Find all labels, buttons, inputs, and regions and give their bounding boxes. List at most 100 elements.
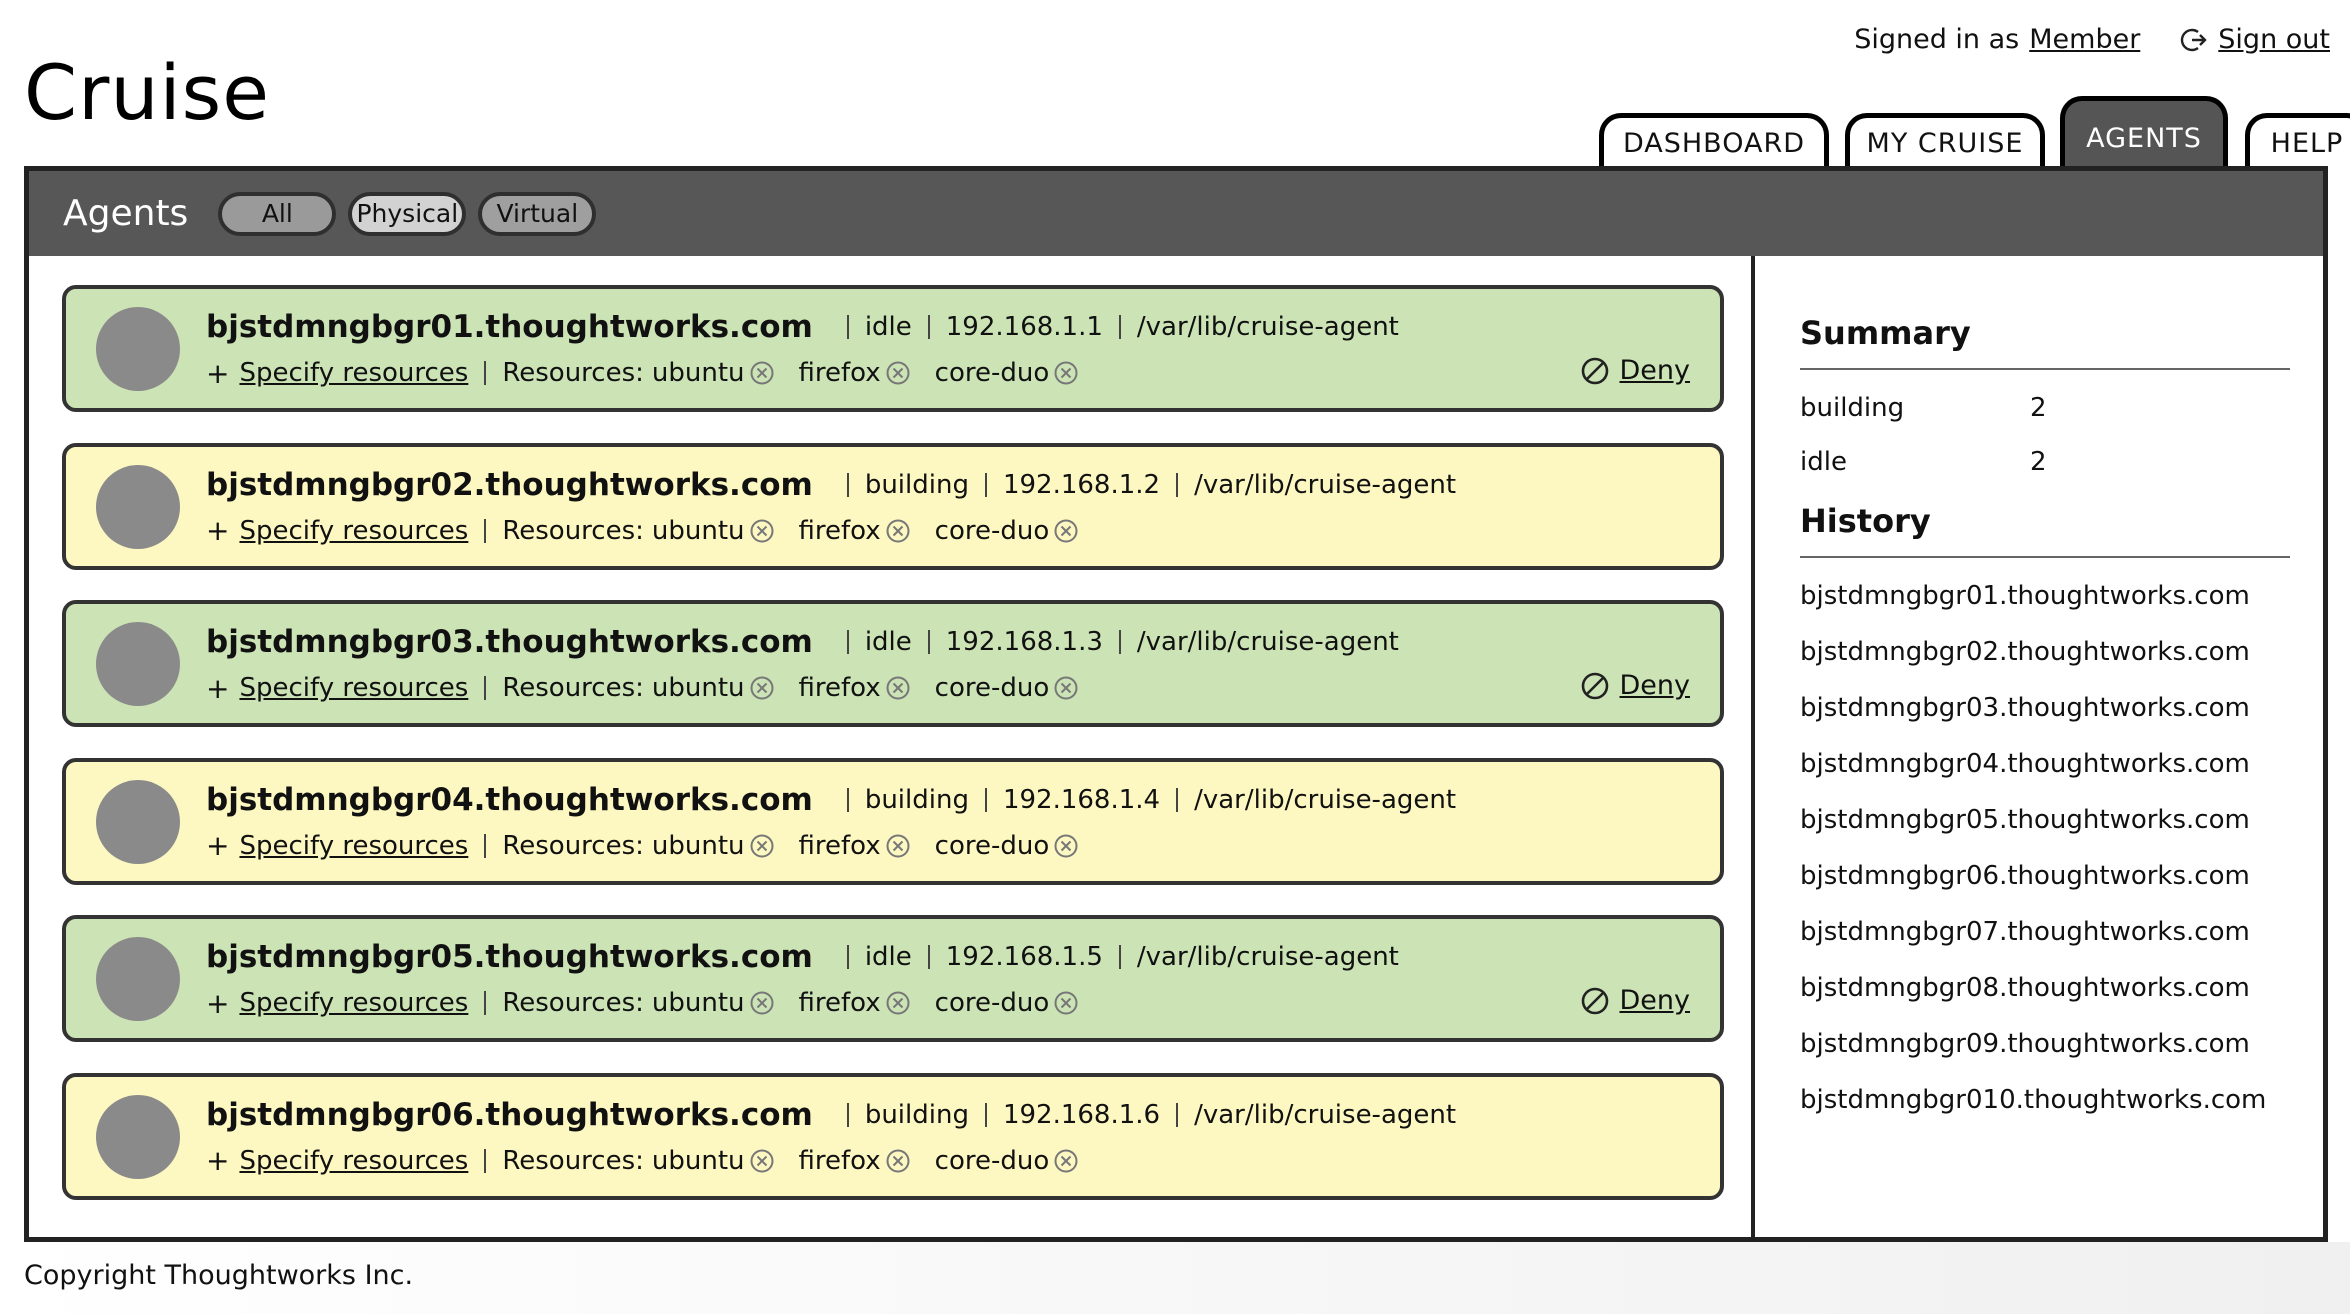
separator — [484, 1148, 487, 1173]
agent-resources-row: + Specify resources Resources: ubuntu firefo… — [206, 826, 1079, 866]
deny-button[interactable]: Deny — [1580, 355, 1691, 386]
specify-resources-link[interactable]: Specify resources — [239, 673, 468, 703]
summary-label: building — [1800, 393, 1905, 423]
specify-resources-link[interactable]: Specify resources — [239, 831, 468, 861]
resource-tag: core-duo — [934, 988, 1050, 1018]
remove-x-icon[interactable] — [885, 833, 911, 859]
agent-card: bjstdmngbgr03.thoughtworks.com idle 192.16… — [62, 600, 1724, 727]
agents-heading: Agents — [63, 193, 189, 234]
remove-x-icon[interactable] — [1053, 360, 1079, 386]
separator — [927, 945, 930, 969]
agent-info-row: bjstdmngbgr03.thoughtworks.com idle 192.16… — [206, 622, 1399, 662]
remove-x-icon[interactable] — [749, 990, 775, 1016]
agent-ip: 192.168.1.1 — [945, 312, 1103, 342]
agent-status: idle — [864, 627, 912, 657]
specify-resources-link[interactable]: Specify resources — [239, 1146, 468, 1176]
resources-label: Resources: — [502, 988, 644, 1018]
filter-all-button[interactable]: All — [218, 191, 337, 236]
agent-resources-row: + Specify resources Resources: ubuntu firefo… — [206, 983, 1079, 1023]
remove-x-icon[interactable] — [749, 675, 775, 701]
agent-avatar — [96, 622, 180, 706]
remove-x-icon[interactable] — [1053, 675, 1079, 701]
specify-resources-link[interactable]: Specify resources — [239, 358, 468, 388]
remove-x-icon[interactable] — [885, 1148, 911, 1174]
resources-label: Resources: — [502, 515, 644, 546]
resource-tag: ubuntu — [651, 515, 745, 546]
agent-info-row: bjstdmngbgr04.thoughtworks.com building 19… — [206, 780, 1456, 820]
remove-x-icon[interactable] — [1053, 1148, 1079, 1174]
resources-label: Resources: — [502, 1145, 644, 1176]
signout-link[interactable]: Sign out — [2218, 24, 2330, 55]
history-item: bjstdmngbgr02.thoughtworks.com — [1800, 637, 2250, 667]
separator — [927, 315, 930, 339]
app-logo: Cruise — [24, 48, 270, 137]
filter-physical-button[interactable]: Physical — [348, 191, 467, 236]
footer: Copyright Thoughtworks Inc. — [0, 1242, 2350, 1314]
agent-path: /var/lib/cruise-agent — [1136, 942, 1399, 972]
separator — [846, 315, 849, 339]
deny-link[interactable]: Deny — [1620, 985, 1691, 1016]
summary-count: 2 — [2030, 447, 2047, 477]
remove-x-icon[interactable] — [1053, 833, 1079, 859]
member-link[interactable]: Member — [2029, 24, 2140, 55]
agent-avatar — [96, 937, 180, 1021]
agent-resources-row: + Specify resources Resources: ubuntu firefo… — [206, 668, 1079, 708]
remove-x-icon[interactable] — [885, 675, 911, 701]
resource-tag: firefox — [798, 1145, 881, 1176]
resource-tag: core-duo — [934, 358, 1050, 388]
agent-avatar — [96, 1094, 180, 1179]
deny-button[interactable]: Deny — [1580, 985, 1691, 1016]
resource-tag: firefox — [798, 673, 881, 703]
agent-path: /var/lib/cruise-agent — [1194, 1099, 1457, 1130]
agent-hostname: bjstdmngbgr04.thoughtworks.com — [206, 781, 813, 818]
tab-dashboard[interactable]: DASHBOARD — [1599, 113, 1829, 169]
resource-tag: ubuntu — [651, 1145, 745, 1176]
deny-link[interactable]: Deny — [1620, 670, 1691, 701]
agent-resources-row: + Specify resources Resources: ubuntu firefo… — [206, 511, 1079, 551]
separator — [484, 991, 487, 1015]
plus-icon: + — [206, 1144, 230, 1177]
remove-x-icon[interactable] — [749, 518, 775, 544]
agent-path: /var/lib/cruise-agent — [1194, 469, 1457, 500]
remove-x-icon[interactable] — [1053, 518, 1079, 544]
remove-x-icon[interactable] — [885, 990, 911, 1016]
tab-help[interactable]: HELP — [2245, 113, 2350, 169]
separator — [1176, 787, 1179, 812]
remove-x-icon[interactable] — [749, 360, 775, 386]
tab-my-cruise[interactable]: MY CRUISE — [1845, 113, 2045, 169]
summary-heading: Summary — [1800, 314, 2290, 370]
separator — [1118, 630, 1121, 654]
deny-icon — [1581, 987, 1608, 1014]
specify-resources-link[interactable]: Specify resources — [239, 516, 468, 546]
sidebar: Summary building 2 idle 2 History bjstdm… — [1800, 256, 2290, 1128]
agent-avatar — [96, 779, 180, 864]
separator — [1176, 472, 1179, 497]
remove-x-icon[interactable] — [749, 1148, 775, 1174]
separator — [484, 833, 487, 858]
history-item: bjstdmngbgr010.thoughtworks.com — [1800, 1085, 2267, 1115]
agent-ip: 192.168.1.3 — [945, 627, 1103, 657]
specify-resources-link[interactable]: Specify resources — [239, 988, 468, 1018]
deny-link[interactable]: Deny — [1620, 355, 1691, 386]
agent-hostname: bjstdmngbgr06.thoughtworks.com — [206, 1096, 813, 1133]
remove-x-icon[interactable] — [885, 360, 911, 386]
agent-hostname: bjstdmngbgr03.thoughtworks.com — [206, 624, 813, 660]
agent-card: bjstdmngbgr04.thoughtworks.com building 19… — [62, 757, 1724, 885]
deny-button[interactable]: Deny — [1580, 670, 1691, 701]
tab-agents[interactable]: AGENTS — [2060, 96, 2228, 170]
summary-label: idle — [1800, 447, 1847, 477]
filter-virtual-button[interactable]: Virtual — [478, 191, 597, 236]
remove-x-icon[interactable] — [749, 833, 775, 859]
plus-icon: + — [206, 986, 230, 1020]
history-item: bjstdmngbgr05.thoughtworks.com — [1800, 805, 2250, 835]
agent-resources-row: + Specify resources Resources: ubuntu firefo… — [206, 353, 1079, 393]
history-list: bjstdmngbgr01.thoughtworks.com bjstdmngbg… — [1800, 568, 2290, 1128]
agent-status: idle — [864, 312, 912, 342]
plus-icon: + — [206, 671, 230, 705]
remove-x-icon[interactable] — [1053, 990, 1079, 1016]
agent-ip: 192.168.1.6 — [1002, 1099, 1161, 1130]
signout-icon[interactable] — [2180, 26, 2208, 54]
resource-tag: ubuntu — [651, 988, 745, 1018]
separator — [846, 630, 849, 654]
remove-x-icon[interactable] — [885, 518, 911, 544]
